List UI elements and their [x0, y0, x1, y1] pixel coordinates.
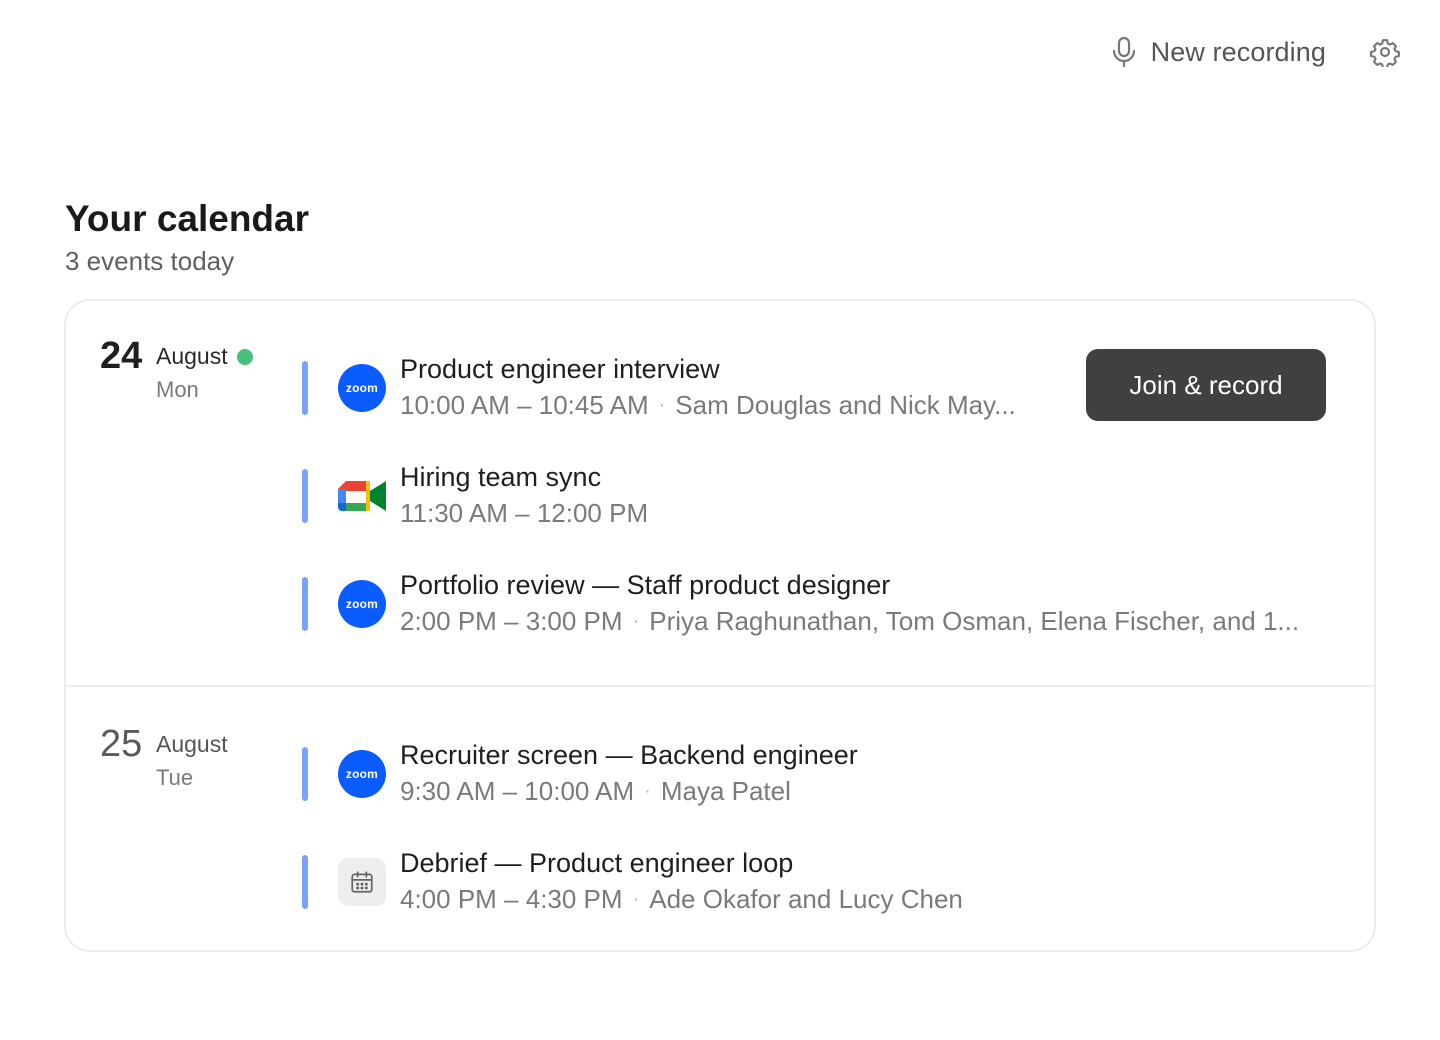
separator-dot: · [632, 610, 640, 632]
event-title: Hiring team sync [400, 462, 602, 492]
event-attendees: Priya Raghunathan, Tom Osman, Elena Fisc… [649, 606, 1300, 636]
join-record-button[interactable]: Join & record [1086, 349, 1326, 421]
weekday-label: Tue [156, 765, 194, 790]
separator-dot: · [632, 888, 640, 910]
google-meet-icon [338, 472, 386, 520]
events-count: 3 events today [65, 246, 235, 276]
microphone-icon [1112, 36, 1135, 68]
event-attendees: Ade Okafor and Lucy Chen [649, 884, 963, 914]
event-time: 9:30 AM – 10:00 AM [400, 776, 635, 806]
event-item[interactable]: zoom Portfolio review — Staff product de… [302, 570, 1332, 636]
event-bar [302, 361, 308, 415]
top-bar: New recording [1111, 36, 1400, 68]
calendar-card: 24 August Mon zoom Product engineer inte… [64, 299, 1376, 952]
month-row: August [156, 731, 228, 758]
event-attendees: Maya Patel [660, 776, 791, 806]
day-number: 24 [100, 335, 143, 377]
today-indicator [236, 348, 253, 365]
event-attendees: Sam Douglas and Nick May... [675, 390, 1016, 420]
new-recording-button[interactable]: New recording [1111, 36, 1326, 68]
date-label: 24 August Mon [100, 335, 253, 403]
month-label: August [156, 343, 228, 369]
weekday-label: Mon [156, 377, 199, 402]
event-time: 4:00 PM – 4:30 PM [400, 884, 623, 914]
zoom-icon: zoom [338, 750, 386, 798]
event-title: Recruiter screen — Backend engineer [400, 740, 858, 770]
event-bar [302, 469, 308, 523]
page-title: Your calendar [65, 198, 310, 239]
event-item[interactable]: zoom Recruiter screen — Backend engineer… [302, 740, 1332, 806]
zoom-icon: zoom [338, 580, 386, 628]
event-bar [302, 577, 308, 631]
event-title: Product engineer interview [400, 354, 720, 384]
date-label: 25 August Tue [100, 723, 228, 791]
day-group-24: 24 August Mon zoom Product engineer inte… [66, 301, 1374, 687]
event-bar [302, 747, 308, 801]
event-item[interactable]: Debrief — Product engineer loop 4:00 PM … [302, 848, 1332, 914]
event-time: 2:00 PM – 3:00 PM [400, 606, 623, 636]
gear-icon [1370, 39, 1400, 67]
month-row: August [156, 343, 253, 370]
event-title: Debrief — Product engineer loop [400, 848, 794, 878]
event-bar [302, 855, 308, 909]
event-title: Portfolio review — Staff product designe… [400, 570, 891, 600]
event-time: 11:30 AM – 12:00 PM [400, 498, 649, 528]
new-recording-label: New recording [1150, 36, 1326, 67]
day-number: 25 [100, 723, 143, 765]
event-time: 10:00 AM – 10:45 AM [400, 390, 649, 420]
day-group-25: 25 August Tue zoom Recruiter screen — Ba… [66, 687, 1374, 952]
calendar-header: Your calendar 3 events today [65, 198, 309, 277]
event-item[interactable]: Hiring team sync 11:30 AM – 12:00 PM [302, 462, 1332, 528]
separator-dot: · [658, 394, 666, 416]
calendar-icon [338, 858, 386, 906]
zoom-icon: zoom [338, 364, 386, 412]
settings-button[interactable] [1370, 37, 1400, 67]
month-label: August [156, 731, 228, 757]
separator-dot: · [644, 780, 651, 802]
